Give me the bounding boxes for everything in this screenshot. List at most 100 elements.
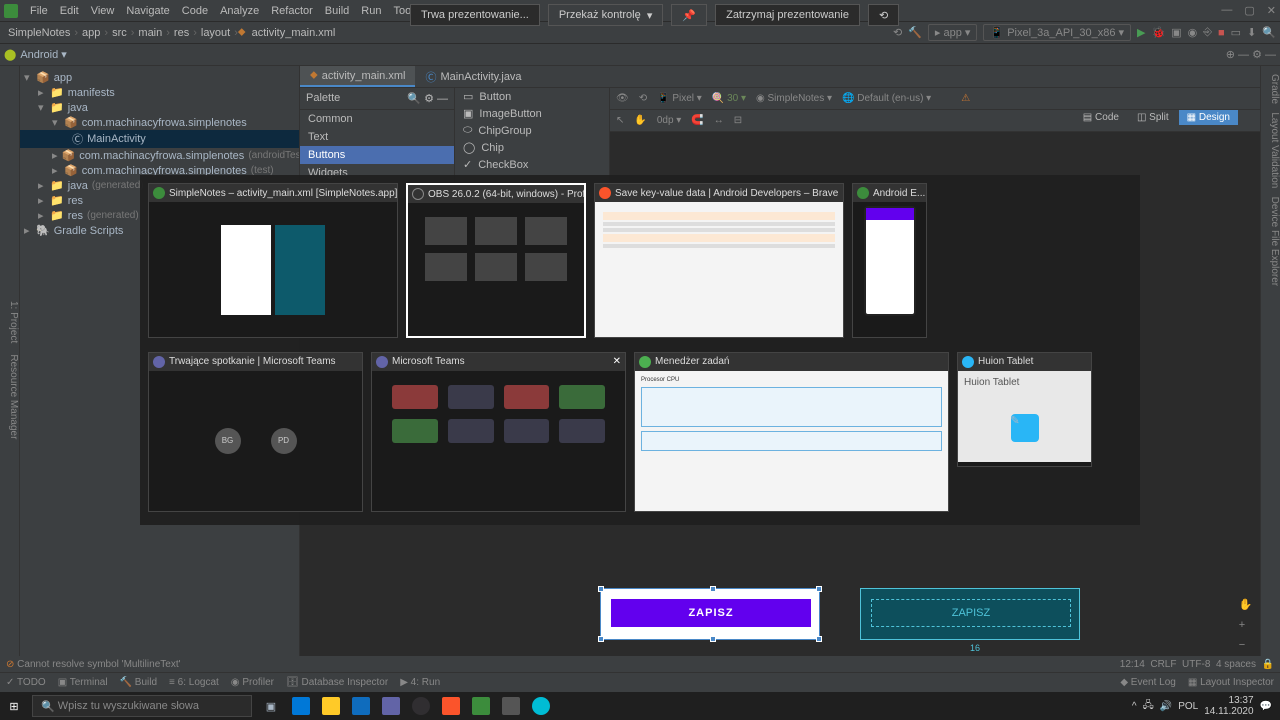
eye-icon[interactable]: 👁 [616,93,629,104]
menu-code[interactable]: Code [176,5,214,17]
pin-icon[interactable]: 📌 [671,4,707,26]
profile-icon[interactable]: ◉ [1188,26,1198,39]
minimize-icon[interactable]: — [1221,4,1232,17]
avd-icon[interactable]: ▭ [1231,26,1241,39]
crumb-src[interactable]: src [108,27,131,39]
blueprint-button-zapisz[interactable]: ZAPISZ [871,599,1071,627]
alttab-obs[interactable]: OBS 26.0.2 (64-bit, windows) - Profile:.… [406,183,586,338]
refresh-icon[interactable]: ⟲ [868,4,899,26]
tray-lang[interactable]: POL [1178,701,1198,712]
crumb-file[interactable]: activity_main.xml [248,27,340,39]
indent[interactable]: 4 spaces [1216,659,1256,670]
sync-icon[interactable]: ⟲ [893,26,902,39]
pan-icon[interactable]: ✋ [634,115,646,126]
pan-tool-icon[interactable]: ✋ [1239,598,1254,611]
tw-run[interactable]: ▶ 4: Run [400,677,440,688]
alttab-close-icon[interactable]: ✕ [613,356,621,367]
line-ending[interactable]: CRLF [1150,659,1176,670]
crumb-layout[interactable]: layout [197,27,234,39]
tab-mainactivity-java[interactable]: ⒸMainActivity.java [415,66,531,87]
tw-logcat[interactable]: ≡ 6: Logcat [169,677,219,688]
left-toolwindow-bar[interactable]: 1: Project Resource Manager [0,66,20,666]
warning-icon[interactable]: ⚠ [961,93,970,104]
lock-icon[interactable]: 🔒 [1262,659,1274,670]
tray-chevron-icon[interactable]: ^ [1132,701,1137,712]
tray-volume-icon[interactable]: 🔊 [1160,701,1172,712]
viewmode-split[interactable]: ◫ Split [1129,110,1177,125]
encoding[interactable]: UTF-8 [1182,659,1210,670]
alttab-emulator[interactable]: Android E... [852,183,927,338]
stop-presenting-button[interactable]: Zatrzymaj prezentowanie [715,4,860,26]
search-icon[interactable]: 🔍 [1262,26,1276,39]
crumb-app[interactable]: app [78,27,104,39]
api-dropdown[interactable]: 🍭 30 ▾ [712,93,746,104]
preview-button-zapisz[interactable]: ZAPISZ [611,599,811,627]
tw-todo[interactable]: ✓ TODO [6,677,46,688]
taskbar-obs[interactable] [406,692,436,720]
crumb-main[interactable]: main [134,27,166,39]
crumb-res[interactable]: res [170,27,193,39]
taskview-icon[interactable]: ▣ [256,692,286,720]
comp-chipgroup[interactable]: ⬭ ChipGroup [455,122,609,139]
tw-dbinspector[interactable]: 🗄 Database Inspector [286,677,388,688]
project-settings-icon[interactable]: ⊕ — ⚙ — [1226,48,1276,61]
menu-refactor[interactable]: Refactor [265,5,319,17]
sdk-icon[interactable]: ⬇ [1247,26,1256,39]
attach-icon[interactable]: ⎆ [1203,26,1212,39]
start-button[interactable]: ⊞ [0,692,28,720]
taskbar-app2[interactable] [526,692,556,720]
tree-pkg-androidtest[interactable]: ▸📦 com.machinacyfrowa.simplenotes (andro… [20,148,299,163]
tray-network-icon[interactable]: 🖧 [1143,698,1154,715]
comp-button[interactable]: ▭ Button [455,88,609,105]
coverage-icon[interactable]: ▣ [1171,26,1181,39]
close-icon[interactable]: ✕ [1267,4,1276,17]
alttab-teams-meeting[interactable]: Trwające spotkanie | Microsoft Teams BGP… [148,352,363,512]
tree-pkg-main[interactable]: ▾📦 com.machinacyfrowa.simplenotes [20,115,299,130]
theme-dropdown[interactable]: ◉ SimpleNotes ▾ [756,93,832,104]
menu-navigate[interactable]: Navigate [120,5,175,17]
maximize-icon[interactable]: ▢ [1244,4,1254,17]
zoom-out-icon[interactable]: − [1239,639,1254,651]
alttab-taskmgr[interactable]: Menedżer zadań Procesor CPU [634,352,949,512]
viewmode-code[interactable]: ▤ Code [1075,110,1127,125]
tw-build[interactable]: 🔨 Build [120,677,157,688]
palette-cat-text[interactable]: Text [300,128,454,146]
dp-dropdown[interactable]: 0dp ▾ [657,115,682,126]
magnet-icon[interactable]: 🧲 [691,115,703,126]
menu-view[interactable]: View [85,5,121,17]
align-icon[interactable]: ↔ [714,115,724,126]
select-icon[interactable]: ↖ [616,115,624,126]
design-preview[interactable]: ZAPISZ [600,588,820,640]
tree-app[interactable]: ▾📦 app [20,70,299,85]
system-tray[interactable]: ^ 🖧 🔊 POL 13:37 14.11.2020 💬 [1124,695,1280,717]
zoom-in-icon[interactable]: + [1239,619,1254,631]
alttab-teams[interactable]: Microsoft Teams✕ [371,352,626,512]
right-toolwindow-bar[interactable]: Gradle Layout Validation Device File Exp… [1260,66,1280,666]
taskbar-search[interactable]: 🔍 Wpisz tu wyszukiwane słowa [32,695,252,717]
tab-layout-xml[interactable]: ⬥activity_main.xml [300,66,415,87]
comp-checkbox[interactable]: ✓ CheckBox [455,156,609,173]
taskbar-explorer[interactable] [316,692,346,720]
tree-mainactivity[interactable]: Ⓒ MainActivity [20,130,299,148]
comp-chip[interactable]: ◯ Chip [455,139,609,156]
locale-dropdown[interactable]: 🌐 Default (en-us) ▾ [842,93,931,104]
menu-run[interactable]: Run [355,5,387,17]
alttab-brave[interactable]: Save key-value data | Android Developers… [594,183,844,338]
taskbar-edge[interactable] [286,692,316,720]
handover-dropdown[interactable]: Przekaż kontrolę ▾ [548,4,664,26]
palette-search-icon[interactable]: 🔍 ⚙ — [407,92,448,105]
viewmode-design[interactable]: ▦ Design [1179,110,1238,125]
crumb-project[interactable]: SimpleNotes [4,27,74,39]
blueprint-preview[interactable]: ZAPISZ 16 [860,588,1080,640]
taskbar-clock[interactable]: 13:37 14.11.2020 [1204,695,1253,717]
stop-icon[interactable]: ■ [1218,27,1225,39]
guideline-icon[interactable]: ⊟ [734,115,742,126]
comp-imagebutton[interactable]: ▣ ImageButton [455,105,609,122]
tw-layoutinspector[interactable]: ▦ Layout Inspector [1188,677,1274,688]
run-config-dropdown[interactable]: ▸ app ▾ [928,24,978,41]
menu-edit[interactable]: Edit [54,5,85,17]
tw-eventlog[interactable]: ◆ Event Log [1120,677,1176,688]
alttab-androidstudio[interactable]: SimpleNotes – activity_main.xml [SimpleN… [148,183,398,338]
orientation-icon[interactable]: ⟲ [639,93,647,104]
project-view-dropdown[interactable]: Android ▾ [20,48,67,61]
